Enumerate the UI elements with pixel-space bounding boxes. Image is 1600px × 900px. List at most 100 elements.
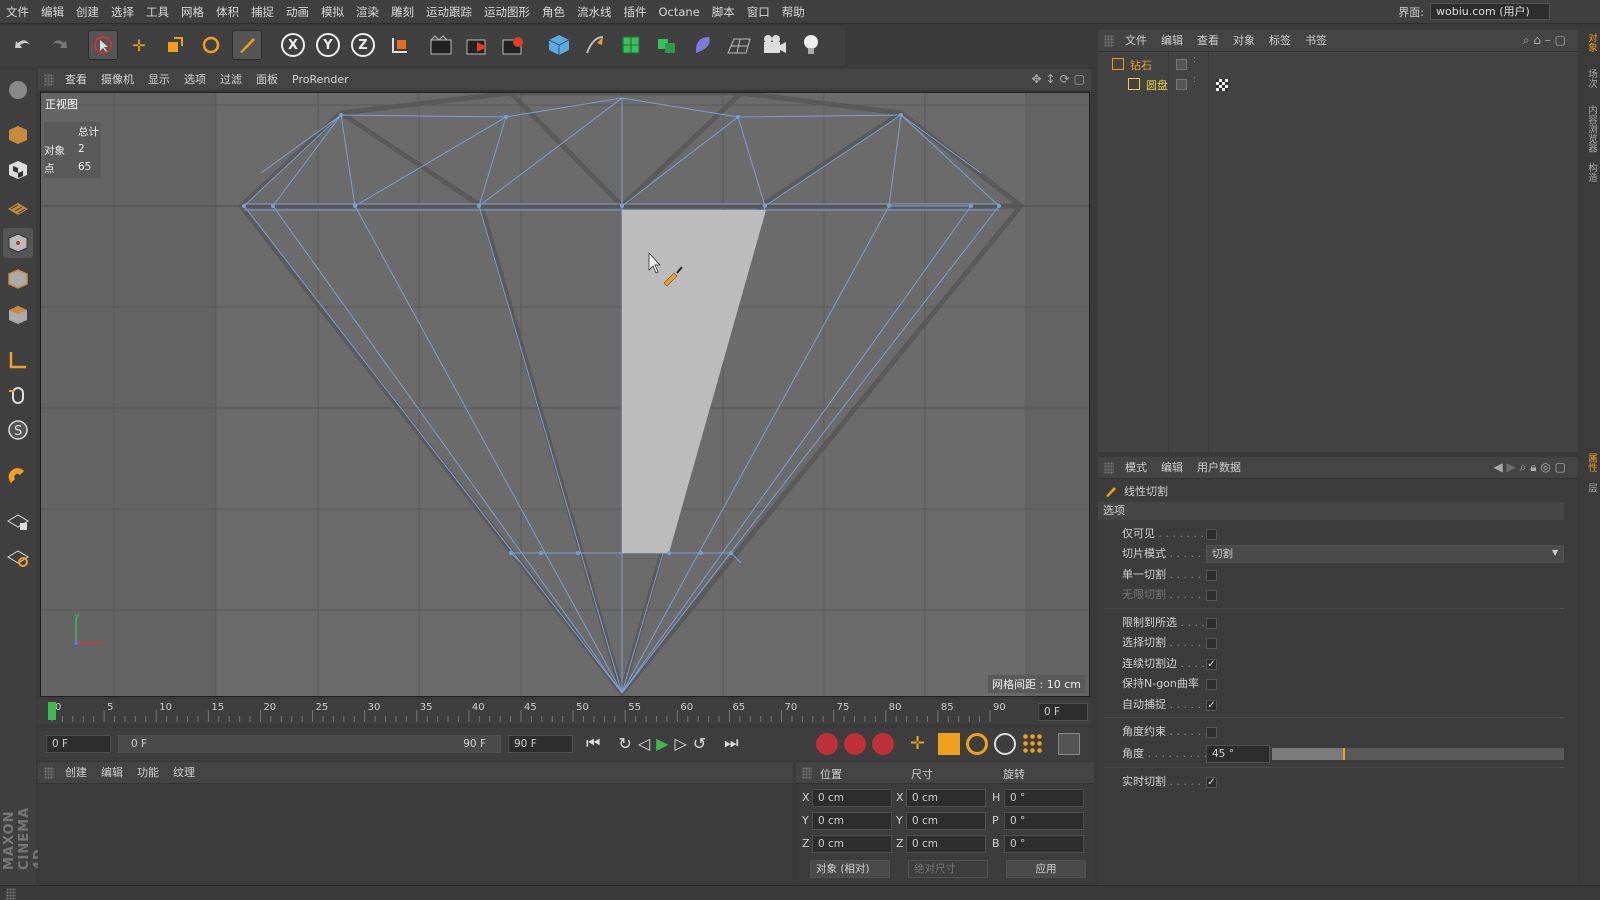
- checker-tag-icon[interactable]: [1216, 79, 1228, 91]
- orbit-icon[interactable]: ⟳: [1060, 72, 1070, 86]
- attribute-checkbox[interactable]: ✓: [1206, 700, 1217, 711]
- apply-button[interactable]: 应用: [1006, 860, 1086, 878]
- menu-item[interactable]: 文件: [0, 0, 35, 24]
- attribute-menu-item[interactable]: 模式: [1118, 457, 1154, 479]
- key-rotation-icon[interactable]: [966, 733, 988, 755]
- menu-item[interactable]: 运动图形: [478, 0, 536, 24]
- menu-item[interactable]: 运动跟踪: [420, 0, 478, 24]
- right-tab-attr[interactable]: 层: [1582, 480, 1598, 496]
- knife-icon[interactable]: [232, 30, 262, 60]
- edges-mode-icon[interactable]: [3, 264, 33, 294]
- goto-start-icon[interactable]: ⏮: [586, 733, 600, 753]
- object-menu-item[interactable]: 文件: [1118, 30, 1154, 52]
- angle-field[interactable]: 45 °: [1206, 745, 1270, 763]
- home-icon[interactable]: ⌂: [1533, 33, 1541, 47]
- coord-position-field[interactable]: 0 cm: [812, 835, 892, 853]
- y-axis-icon[interactable]: Y: [313, 30, 343, 60]
- menu-item[interactable]: 帮助: [776, 0, 811, 24]
- current-frame-field[interactable]: 0 F: [1038, 703, 1088, 721]
- light-icon[interactable]: [796, 30, 826, 60]
- make-editable-icon[interactable]: [3, 75, 33, 105]
- object-row[interactable]: 钻石:: [1102, 56, 1572, 74]
- object-row[interactable]: 圆盘:: [1102, 76, 1572, 94]
- coord-rotation-field[interactable]: 0 °: [1004, 835, 1084, 853]
- attribute-menu-item[interactable]: 用户数据: [1190, 457, 1248, 479]
- material-menu-item[interactable]: 功能: [130, 762, 166, 784]
- attribute-checkbox[interactable]: [1206, 590, 1217, 601]
- angle-slider[interactable]: [1272, 748, 1564, 760]
- maximize-icon[interactable]: ▢: [1555, 33, 1566, 47]
- z-axis-icon[interactable]: Z: [348, 30, 378, 60]
- menu-item[interactable]: 脚本: [706, 0, 741, 24]
- right-tab[interactable]: 内容浏览器: [1582, 102, 1598, 156]
- polygons-mode-icon[interactable]: [3, 300, 33, 330]
- undo-icon[interactable]: [8, 30, 38, 60]
- attribute-checkbox[interactable]: [1206, 570, 1217, 581]
- x-axis-icon[interactable]: X: [278, 30, 308, 60]
- visibility-toggle-icon[interactable]: [1176, 59, 1187, 70]
- material-menu-item[interactable]: 纹理: [166, 762, 202, 784]
- keyframe-selection-icon[interactable]: [872, 733, 894, 755]
- search-icon[interactable]: ⌕: [1523, 33, 1530, 47]
- viewport-menu-item[interactable]: ProRender: [285, 69, 356, 91]
- material-menu-item[interactable]: 创建: [58, 762, 94, 784]
- coord-size-field[interactable]: 0 cm: [906, 835, 986, 853]
- model-mode-icon[interactable]: [3, 120, 33, 150]
- maximize-icon[interactable]: ▢: [1074, 72, 1085, 86]
- goto-end-icon[interactable]: ⏭: [724, 733, 738, 753]
- menu-item[interactable]: 体积: [210, 0, 245, 24]
- pen-icon[interactable]: [580, 30, 610, 60]
- menu-item[interactable]: 流水线: [571, 0, 618, 24]
- coord-size-field[interactable]: 0 cm: [906, 812, 986, 830]
- prev-frame-icon[interactable]: ◁: [638, 734, 650, 753]
- end-frame-field[interactable]: 90 F: [508, 735, 573, 753]
- new-icon[interactable]: ◎: [1540, 460, 1550, 474]
- render-dots-icon[interactable]: :: [1193, 56, 1196, 65]
- right-tab[interactable]: 构造: [1582, 160, 1598, 185]
- menu-item[interactable]: 创建: [70, 0, 105, 24]
- menu-item[interactable]: Octane: [653, 0, 706, 24]
- slice-mode-dropdown[interactable]: 切割: [1206, 545, 1564, 563]
- search-icon[interactable]: ⌕: [1520, 460, 1527, 474]
- coord-rotation-field[interactable]: 0 °: [1004, 812, 1084, 830]
- menu-item[interactable]: 选择: [105, 0, 140, 24]
- attribute-checkbox[interactable]: ✓: [1206, 659, 1217, 670]
- coord-mode-dropdown[interactable]: 对象 (相对): [810, 860, 890, 878]
- object-menu-item[interactable]: 编辑: [1154, 30, 1190, 52]
- live-select-icon[interactable]: [88, 30, 118, 60]
- attribute-checkbox[interactable]: ✓: [1206, 777, 1217, 788]
- coord-position-field[interactable]: 0 cm: [812, 812, 892, 830]
- back-icon[interactable]: ◀: [1493, 460, 1502, 474]
- points-mode-icon[interactable]: [3, 228, 33, 258]
- lock-workplane-icon[interactable]: [3, 506, 33, 536]
- menu-item[interactable]: 插件: [618, 0, 653, 24]
- scale-icon[interactable]: [160, 30, 190, 60]
- camera-icon[interactable]: [760, 30, 790, 60]
- timeline-ruler[interactable]: 0 5 10 15 20 25 30 35 40 45 50 55 60 65 70 75 80 85 90 0 F: [38, 700, 1091, 724]
- key-position-icon[interactable]: ✛: [910, 733, 932, 755]
- attribute-checkbox[interactable]: [1206, 638, 1217, 649]
- menu-item[interactable]: 模拟: [315, 0, 350, 24]
- move-icon[interactable]: ✛: [124, 30, 154, 60]
- attribute-menu-item[interactable]: 编辑: [1154, 457, 1190, 479]
- viewport-menu-item[interactable]: 查看: [58, 69, 94, 91]
- record-icon[interactable]: [816, 733, 838, 755]
- deformer-icon[interactable]: [688, 30, 718, 60]
- key-scale-icon[interactable]: [938, 733, 960, 755]
- cube-icon[interactable]: [544, 30, 574, 60]
- minimize-icon[interactable]: –: [1545, 33, 1551, 47]
- axis-mode-icon[interactable]: [3, 345, 33, 375]
- next-frame-icon[interactable]: ▷: [674, 734, 686, 753]
- menu-item[interactable]: 角色: [536, 0, 571, 24]
- object-menu-item[interactable]: 对象: [1226, 30, 1262, 52]
- menu-item[interactable]: 工具: [140, 0, 175, 24]
- viewport-menu-item[interactable]: 面板: [249, 69, 285, 91]
- lock-icon[interactable]: 🔒︎: [1530, 460, 1536, 474]
- object-menu-item[interactable]: 查看: [1190, 30, 1226, 52]
- material-menu-item[interactable]: 编辑: [94, 762, 130, 784]
- viewport-menu-item[interactable]: 摄像机: [94, 69, 141, 91]
- menu-item[interactable]: 编辑: [35, 0, 70, 24]
- frame-range-slider[interactable]: 0 F 90 F: [118, 735, 501, 753]
- viewport[interactable]: 正视图 总计 对象 2 点 65 Y 网格间距 : 10 cm: [40, 92, 1090, 697]
- size-mode-dropdown[interactable]: 绝对尺寸: [908, 860, 988, 878]
